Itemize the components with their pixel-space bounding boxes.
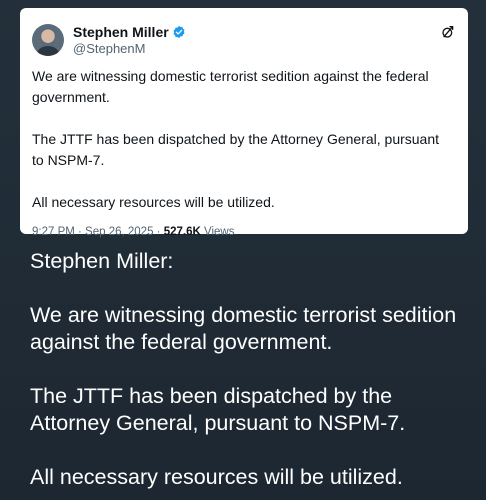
tweet-header: Stephen Miller @StephenM [32,22,454,58]
author-block: Stephen Miller @StephenM [73,24,186,57]
views-label: Views [204,226,235,238]
verified-badge-icon [173,25,185,39]
message-paragraph: All necessary resources will be utilized… [30,465,403,489]
tweet-paragraph: We are witnessing domestic terrorist sed… [32,68,429,105]
tweet-meta: 9:27 PM · Sep 26, 2025 · 527.6K Views [32,224,454,240]
tweet-paragraph: All necessary resources will be utilized… [32,194,275,210]
x-logo-icon[interactable] [440,24,456,40]
name-row: Stephen Miller [73,24,186,41]
message-paragraph: The JTTF has been dispatched by the Atto… [30,384,406,435]
tweet-paragraph: The JTTF has been dispatched by the Atto… [32,131,440,168]
embedded-tweet-card[interactable]: Stephen Miller @StephenM We are witnessi… [20,8,468,238]
message-author-line: Stephen Miller: [30,249,174,273]
views-count: 527.6K [163,226,201,238]
chat-screen: Stephen Miller @StephenM We are witnessi… [0,0,486,500]
author-handle[interactable]: @StephenM [73,41,186,57]
tweet-timestamp[interactable]: 9:27 PM · Sep 26, 2025 · [32,226,161,238]
avatar[interactable] [32,24,64,56]
author-display-name[interactable]: Stephen Miller [73,24,169,41]
tweet-text: We are witnessing domestic terrorist sed… [32,66,454,213]
message-paragraph: We are witnessing domestic terrorist sed… [30,303,457,354]
message-text: Stephen Miller: We are witnessing domest… [30,248,470,491]
